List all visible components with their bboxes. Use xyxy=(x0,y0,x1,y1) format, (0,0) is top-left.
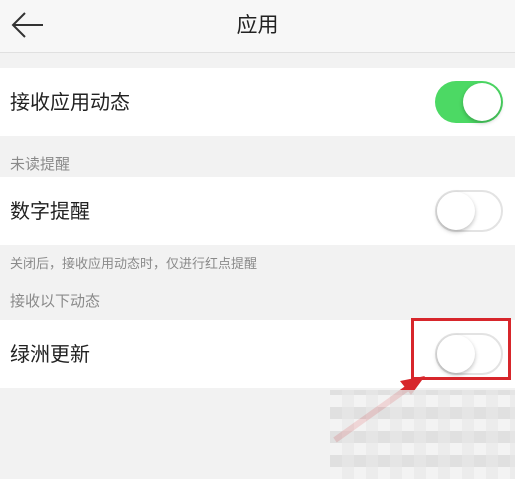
top-bar: 应用 xyxy=(0,0,515,53)
section-receive-following: 接收以下动态 xyxy=(10,292,101,310)
receive-app-updates-toggle[interactable] xyxy=(435,81,503,123)
section-unread-reminder: 未读提醒 xyxy=(10,155,71,173)
number-reminder-label: 数字提醒 xyxy=(10,199,90,223)
toggle-knob xyxy=(437,192,475,230)
number-reminder-row: 数字提醒 xyxy=(0,177,515,245)
receive-app-updates-row: 接收应用动态 xyxy=(0,68,515,136)
receive-app-updates-label: 接收应用动态 xyxy=(10,90,130,114)
hint-text: 关闭后，接收应用动态时，仅进行红点提醒 xyxy=(10,257,258,272)
number-reminder-toggle[interactable] xyxy=(435,190,503,232)
page-title: 应用 xyxy=(236,13,279,37)
toggle-knob xyxy=(463,83,501,121)
annotation-highlight-box xyxy=(411,318,511,380)
oasis-update-label: 绿洲更新 xyxy=(10,342,90,366)
blurred-watermark xyxy=(330,390,515,479)
